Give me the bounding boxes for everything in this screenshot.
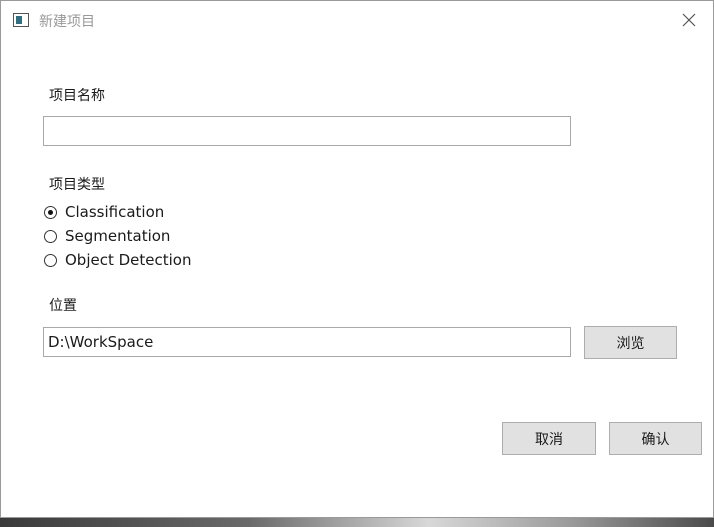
title-bar: 新建项目 (1, 1, 713, 41)
window-app-icon (13, 13, 29, 27)
radio-indicator (44, 253, 57, 267)
cancel-button[interactable]: 取消 (502, 422, 596, 455)
browse-button[interactable]: 浏览 (584, 326, 677, 359)
close-icon (682, 13, 696, 27)
radio-classification[interactable]: Classification (44, 203, 164, 221)
location-label: 位置 (49, 298, 77, 314)
location-input[interactable] (43, 327, 571, 357)
window-title: 新建项目 (39, 14, 95, 30)
radio-object-detection[interactable]: Object Detection (44, 251, 192, 269)
project-name-label: 项目名称 (49, 88, 105, 104)
radio-label-segmentation: Segmentation (65, 227, 171, 245)
desktop-background (0, 518, 714, 527)
radio-label-classification: Classification (65, 203, 165, 221)
project-type-label: 项目类型 (49, 177, 105, 193)
radio-segmentation[interactable]: Segmentation (44, 227, 170, 245)
close-button[interactable] (675, 7, 703, 33)
new-project-dialog: 新建项目 项目名称 项目类型 Classification Segmentati… (0, 0, 714, 518)
radio-indicator (44, 205, 57, 219)
radio-label-object-detection: Object Detection (65, 251, 192, 269)
project-name-input[interactable] (43, 116, 571, 146)
radio-indicator (44, 229, 57, 243)
confirm-button[interactable]: 确认 (609, 422, 702, 455)
